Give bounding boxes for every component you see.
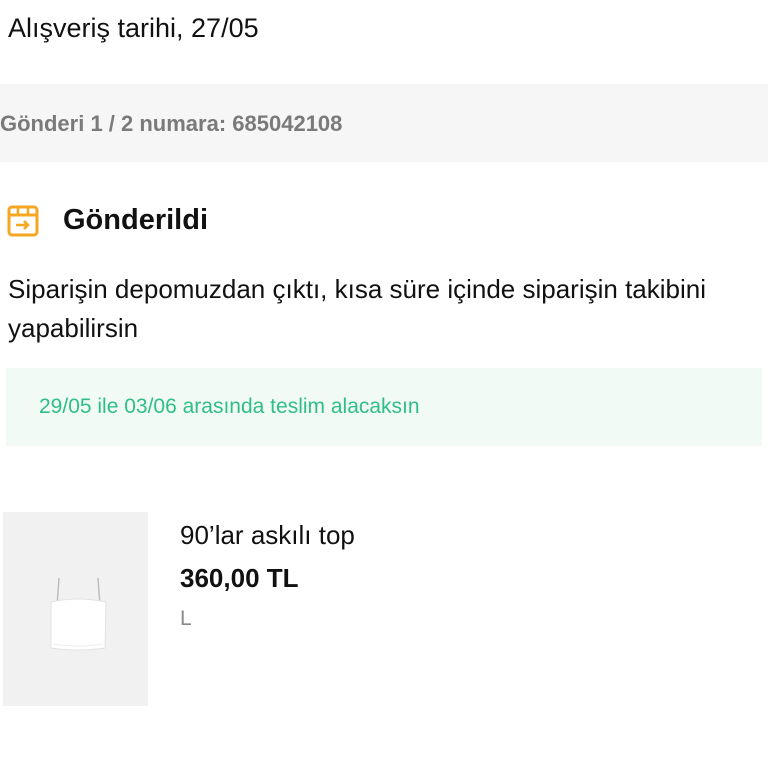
delivery-estimate-text: 29/05 ile 03/06 arasında teslim alacaksı…	[39, 395, 420, 418]
shipment-status: Gönderildi	[6, 200, 208, 240]
order-detail-page: Alışveriş tarihi, 27/05 Gönderi 1 / 2 nu…	[0, 0, 768, 768]
white-strappy-top-image	[50, 577, 107, 651]
package-shipped-icon	[7, 205, 39, 237]
product-size: L	[180, 607, 192, 630]
delivery-estimate-box: 29/05 ile 03/06 arasında teslim alacaksı…	[6, 368, 762, 446]
product-name[interactable]: 90’lar askılı top	[180, 517, 355, 553]
status-title: Gönderildi	[63, 203, 208, 236]
shipment-number: Gönderi 1 / 2 numara: 685042108	[0, 111, 343, 136]
product-price: 360,00 TL	[180, 563, 299, 593]
product-image[interactable]	[3, 512, 148, 706]
purchase-date: Alışveriş tarihi, 27/05	[8, 13, 259, 43]
status-description: Siparişin depomuzdan çıktı, kısa süre iç…	[8, 274, 707, 343]
shipment-header: Gönderi 1 / 2 numara: 685042108	[0, 84, 768, 162]
